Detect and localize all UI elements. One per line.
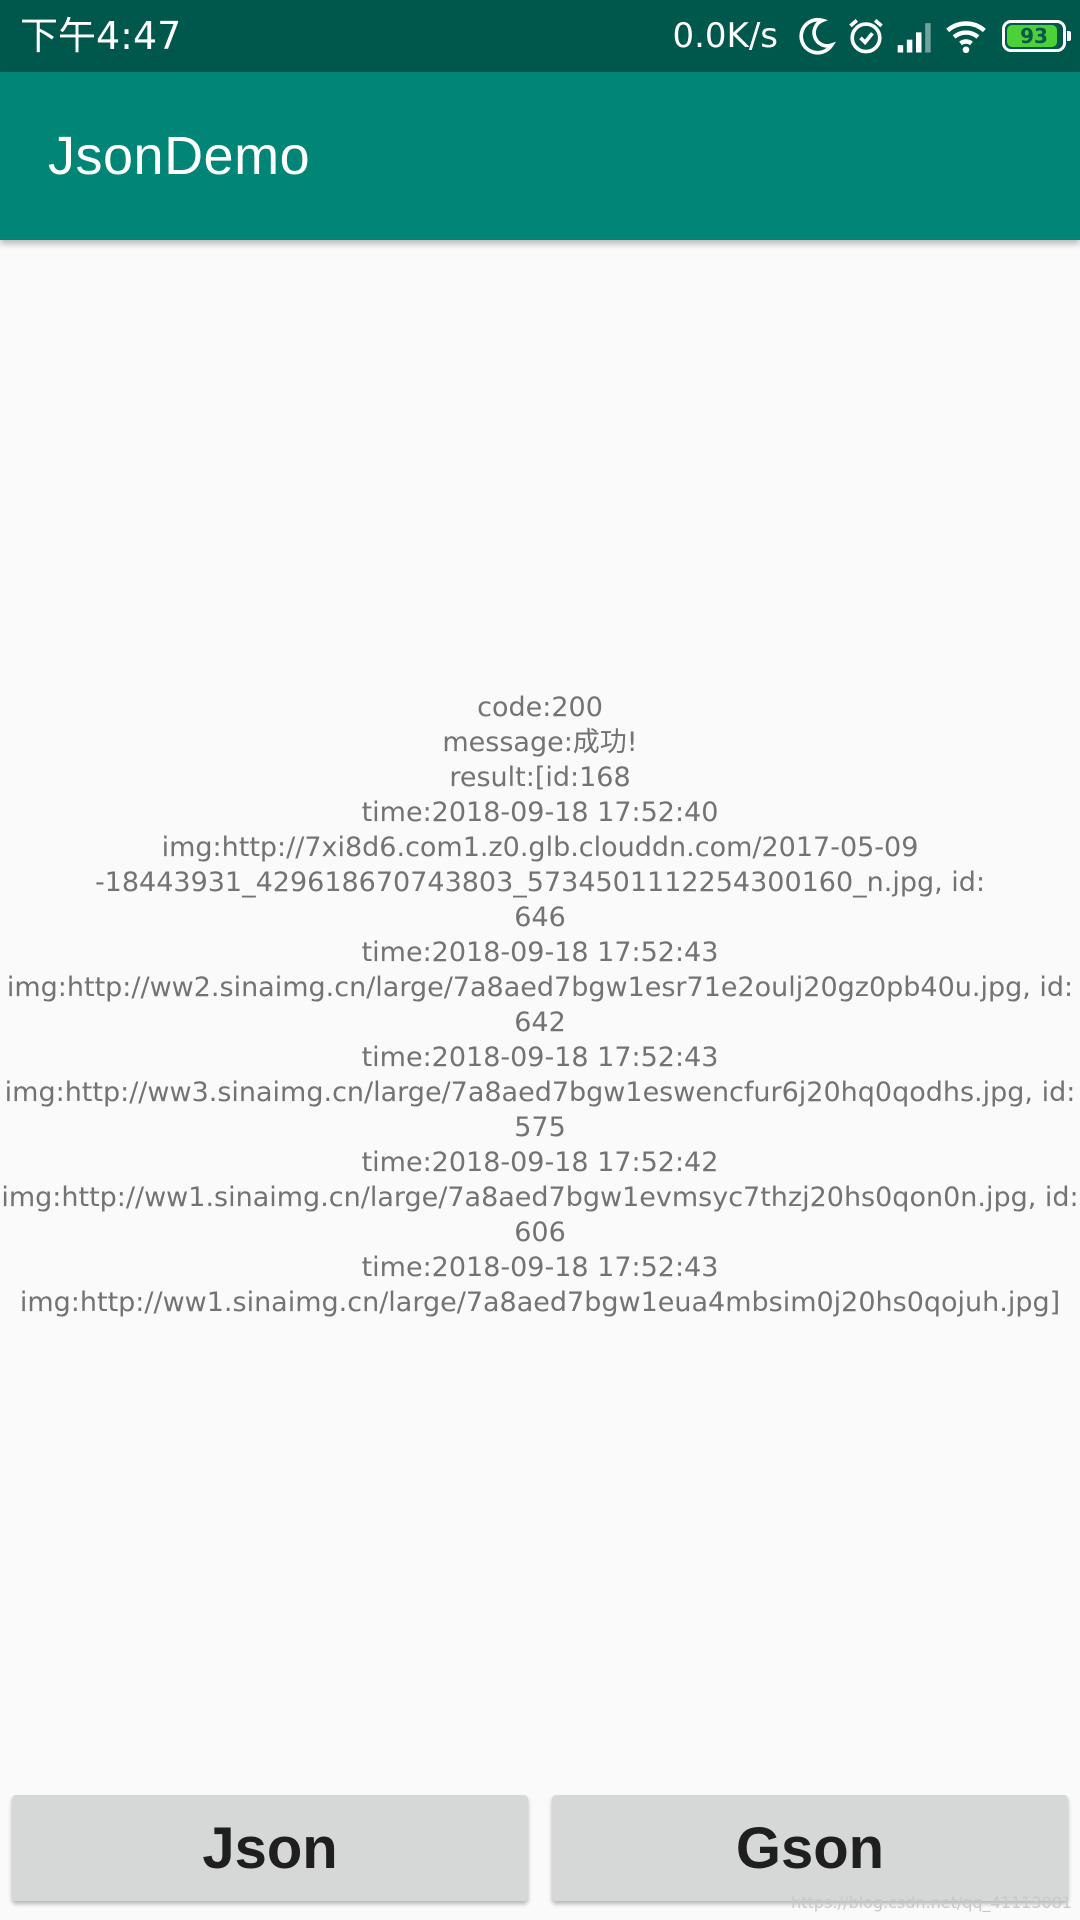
result-line: result:[id:168 (449, 762, 631, 793)
result-text: code:200 message:成功! result:[id:168 time… (0, 690, 1080, 1320)
result-line: 606 (514, 1217, 566, 1248)
result-line: time:2018-09-18 17:52:43 (361, 937, 719, 968)
battery-icon: 93 (1002, 20, 1071, 52)
result-line: code:200 (477, 692, 603, 723)
status-time: 下午4:47 (20, 14, 182, 58)
battery-level: 93 (1020, 24, 1048, 48)
json-button[interactable]: Json (12, 1795, 528, 1901)
result-line: 642 (514, 1007, 566, 1038)
result-line: 575 (514, 1112, 566, 1143)
app-title: JsonDemo (48, 126, 311, 186)
watermark: https://blog.csdn.net/qq_41113081 (791, 1893, 1072, 1912)
result-line: img:http://7xi8d6.com1.z0.glb.clouddn.co… (161, 832, 919, 863)
result-line: img:http://ww3.sinaimg.cn/large/7a8aed7b… (4, 1077, 1076, 1108)
result-line: time:2018-09-18 17:52:43 (361, 1252, 719, 1283)
result-line: 646 (514, 902, 566, 933)
wifi-icon (944, 14, 988, 58)
result-line: message:成功! (442, 727, 638, 758)
result-line: img:http://ww1.sinaimg.cn/large/7a8aed7b… (19, 1287, 1061, 1318)
alarm-icon (844, 14, 888, 58)
result-line: time:2018-09-18 17:52:40 (361, 797, 719, 828)
result-line: img:http://ww2.sinaimg.cn/large/7a8aed7b… (6, 972, 1074, 1003)
result-line: -18443931_429618670743803_57345011122543… (94, 867, 986, 898)
app-bar: JsonDemo (0, 72, 1080, 240)
signal-icon (894, 14, 938, 58)
result-line: time:2018-09-18 17:52:43 (361, 1042, 719, 1073)
gson-button[interactable]: Gson (552, 1795, 1068, 1901)
moon-icon (794, 14, 838, 58)
result-line: time:2018-09-18 17:52:42 (361, 1147, 719, 1178)
app-screen: 下午4:47 0.0K/s 93 JsonDemo code:200 messa… (0, 0, 1080, 1920)
result-line: img:http://ww1.sinaimg.cn/large/7a8aed7b… (1, 1182, 1079, 1213)
status-icons: 0.0K/s 93 (672, 12, 1071, 60)
network-speed: 0.0K/s (672, 16, 778, 56)
status-bar: 下午4:47 0.0K/s 93 (0, 0, 1080, 72)
